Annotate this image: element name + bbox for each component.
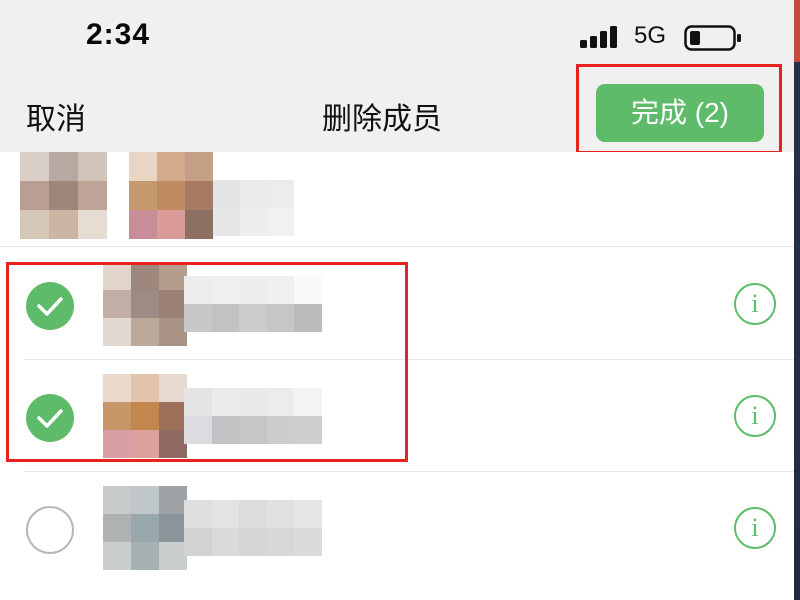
done-button-annotation	[576, 64, 782, 154]
avatar	[103, 486, 187, 570]
page-title: 删除成员	[322, 103, 442, 136]
network-label: 5G	[634, 22, 667, 49]
battery-low-icon	[684, 25, 741, 51]
avatar	[129, 152, 213, 240]
avatar	[20, 152, 108, 240]
info-icon[interactable]: i	[734, 395, 776, 437]
member-name-redacted	[184, 500, 322, 556]
selection-annotation	[6, 262, 408, 462]
info-icon[interactable]: i	[734, 283, 776, 325]
cancel-button[interactable]: 取消	[26, 94, 86, 138]
empty-circle-icon[interactable]	[26, 506, 74, 554]
list-item[interactable]	[0, 152, 794, 247]
member-name-redacted	[213, 180, 295, 236]
member-row[interactable]: i	[0, 472, 794, 584]
window-edge	[794, 0, 800, 600]
status-time: 2:34	[86, 18, 151, 51]
cellular-signal-icon	[580, 26, 617, 48]
info-icon[interactable]: i	[734, 507, 776, 549]
